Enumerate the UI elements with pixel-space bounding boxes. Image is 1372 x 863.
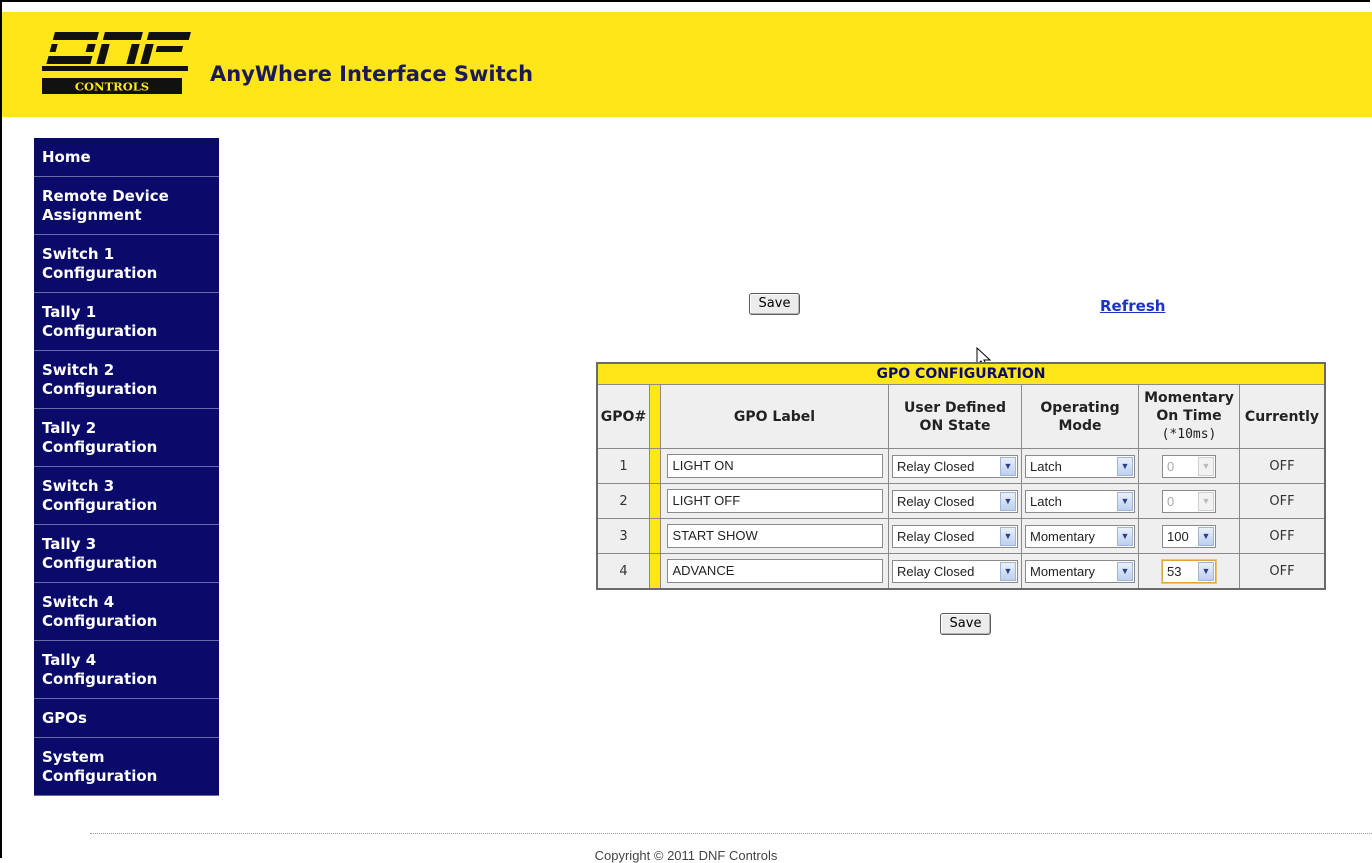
sidebar-item-switch-3[interactable]: Switch 3 Configuration: [34, 467, 219, 525]
table-row: 2 LIGHT OFF Relay Closed ▼ Latch ▼ 0 ▼ OFF: [596, 483, 1326, 519]
sidebar-nav: Home Remote Device Assignment Switch 1 C…: [34, 138, 219, 796]
sidebar-item-tally-2[interactable]: Tally 2 Configuration: [34, 409, 219, 467]
sidebar-item-switch-2[interactable]: Switch 2 Configuration: [34, 351, 219, 409]
operating-mode-select[interactable]: Latch ▼: [1025, 489, 1135, 513]
col-momentary-time: Momentary On Time (*10ms): [1138, 384, 1240, 449]
sidebar-item-tally-3[interactable]: Tally 3 Configuration: [34, 525, 219, 583]
sidebar-item-home[interactable]: Home: [34, 138, 219, 177]
chevron-down-icon: ▼: [1117, 491, 1133, 511]
col-operating-mode: Operating Mode: [1021, 384, 1139, 449]
sidebar-item-tally-4[interactable]: Tally 4 Configuration: [34, 641, 219, 699]
gpo-label-input[interactable]: LIGHT OFF: [666, 489, 883, 513]
chevron-down-icon: ▼: [1000, 491, 1016, 511]
page-title: AnyWhere Interface Switch: [210, 62, 534, 86]
operating-mode-select[interactable]: Momentary ▼: [1025, 559, 1135, 583]
on-state-value: Relay Closed: [897, 458, 975, 474]
current-state: OFF: [1239, 483, 1326, 519]
col-on-state: User Defined ON State: [888, 384, 1022, 449]
operating-mode-value: Latch: [1030, 493, 1062, 509]
chevron-down-icon: ▼: [1000, 456, 1016, 476]
gpo-config-table: GPO CONFIGURATION GPO# GPO Label User De…: [596, 362, 1326, 590]
col-currently: Currently: [1239, 384, 1326, 449]
sidebar-item-gpos[interactable]: GPOs: [34, 699, 219, 738]
sidebar-item-switch-4[interactable]: Switch 4 Configuration: [34, 583, 219, 641]
chevron-down-icon: ▼: [1198, 526, 1214, 546]
on-state-value: Relay Closed: [897, 493, 975, 509]
sidebar-item-system-configuration[interactable]: System Configuration: [34, 738, 219, 796]
operating-mode-value: Latch: [1030, 458, 1062, 474]
copyright-text: Copyright © 2011 DNF Controls: [594, 848, 778, 863]
sidebar-item-switch-1[interactable]: Switch 1 Configuration: [34, 235, 219, 293]
gpo-config-title: GPO CONFIGURATION: [596, 362, 1326, 385]
col-on-state-line1: User Defined: [904, 399, 1006, 416]
chevron-down-icon: ▼: [1198, 456, 1214, 476]
col-mode-line2: Mode: [1058, 417, 1102, 434]
gpo-number: 2: [596, 483, 650, 519]
dnf-logo: CONTROLS: [42, 32, 191, 94]
logo-sub-text: CONTROLS: [75, 80, 149, 94]
gpo-number: 3: [596, 518, 650, 554]
footer-divider: [90, 833, 1372, 834]
on-time-value: 100: [1167, 528, 1189, 544]
operating-mode-select[interactable]: Momentary ▼: [1025, 524, 1135, 548]
on-state-select[interactable]: Relay Closed ▼: [892, 454, 1018, 478]
current-state: OFF: [1239, 448, 1326, 484]
chevron-down-icon: ▼: [1000, 561, 1016, 581]
refresh-link[interactable]: Refresh: [1100, 297, 1165, 315]
gpo-number: 4: [596, 553, 650, 590]
current-state: OFF: [1239, 518, 1326, 554]
current-state: OFF: [1239, 553, 1326, 590]
header-banner: [2, 12, 1372, 117]
on-time-select: 0 ▼: [1162, 489, 1216, 513]
yellow-divider: [649, 483, 661, 519]
yellow-divider: [649, 553, 661, 590]
col-mode-line1: Operating: [1040, 399, 1120, 416]
col-gpo-label: GPO Label: [660, 384, 889, 449]
table-row: 1 LIGHT ON Relay Closed ▼ Latch ▼ 0 ▼ OFF: [596, 448, 1326, 484]
on-time-select[interactable]: 100 ▼: [1162, 524, 1216, 548]
on-time-value: 0: [1167, 493, 1175, 509]
yellow-divider: [649, 384, 661, 449]
col-time-line3: (*10ms): [1161, 427, 1217, 442]
on-state-select[interactable]: Relay Closed ▼: [892, 559, 1018, 583]
save-button-top[interactable]: Save: [749, 293, 800, 315]
chevron-down-icon: ▼: [1000, 526, 1016, 546]
col-on-state-line2: ON State: [919, 417, 991, 434]
yellow-divider: [649, 518, 661, 554]
on-time-select: 0 ▼: [1162, 454, 1216, 478]
table-row: 4 ADVANCE Relay Closed ▼ Momentary ▼ 53 ▼ O…: [596, 553, 1326, 590]
save-button-bottom[interactable]: Save: [940, 613, 991, 635]
gpo-label-input[interactable]: ADVANCE: [666, 559, 883, 583]
table-row: 3 START SHOW Relay Closed ▼ Momentary ▼ 10…: [596, 518, 1326, 554]
chevron-down-icon: ▼: [1117, 561, 1133, 581]
operating-mode-select[interactable]: Latch ▼: [1025, 454, 1135, 478]
chevron-down-icon: ▼: [1117, 456, 1133, 476]
on-state-value: Relay Closed: [897, 563, 975, 579]
on-time-value: 53: [1167, 563, 1182, 579]
sidebar-item-tally-1[interactable]: Tally 1 Configuration: [34, 293, 219, 351]
on-time-select[interactable]: 53 ▼: [1162, 559, 1216, 583]
gpo-label-input[interactable]: START SHOW: [666, 524, 883, 548]
yellow-divider: [649, 448, 661, 484]
sidebar-item-remote-device-assignment[interactable]: Remote Device Assignment: [34, 177, 219, 235]
operating-mode-value: Momentary: [1030, 528, 1096, 544]
chevron-down-icon: ▼: [1117, 526, 1133, 546]
chevron-down-icon: ▼: [1198, 491, 1214, 511]
on-state-select[interactable]: Relay Closed ▼: [892, 524, 1018, 548]
operating-mode-value: Momentary: [1030, 563, 1096, 579]
on-state-value: Relay Closed: [897, 528, 975, 544]
gpo-label-input[interactable]: LIGHT ON: [666, 454, 883, 478]
chevron-down-icon: ▼: [1198, 561, 1214, 581]
on-time-value: 0: [1167, 458, 1175, 474]
on-state-select[interactable]: Relay Closed ▼: [892, 489, 1018, 513]
gpo-number: 1: [596, 448, 650, 484]
col-gpo-num: GPO#: [596, 384, 650, 449]
col-time-line1: Momentary: [1144, 390, 1234, 406]
col-time-line2: On Time: [1156, 408, 1222, 424]
